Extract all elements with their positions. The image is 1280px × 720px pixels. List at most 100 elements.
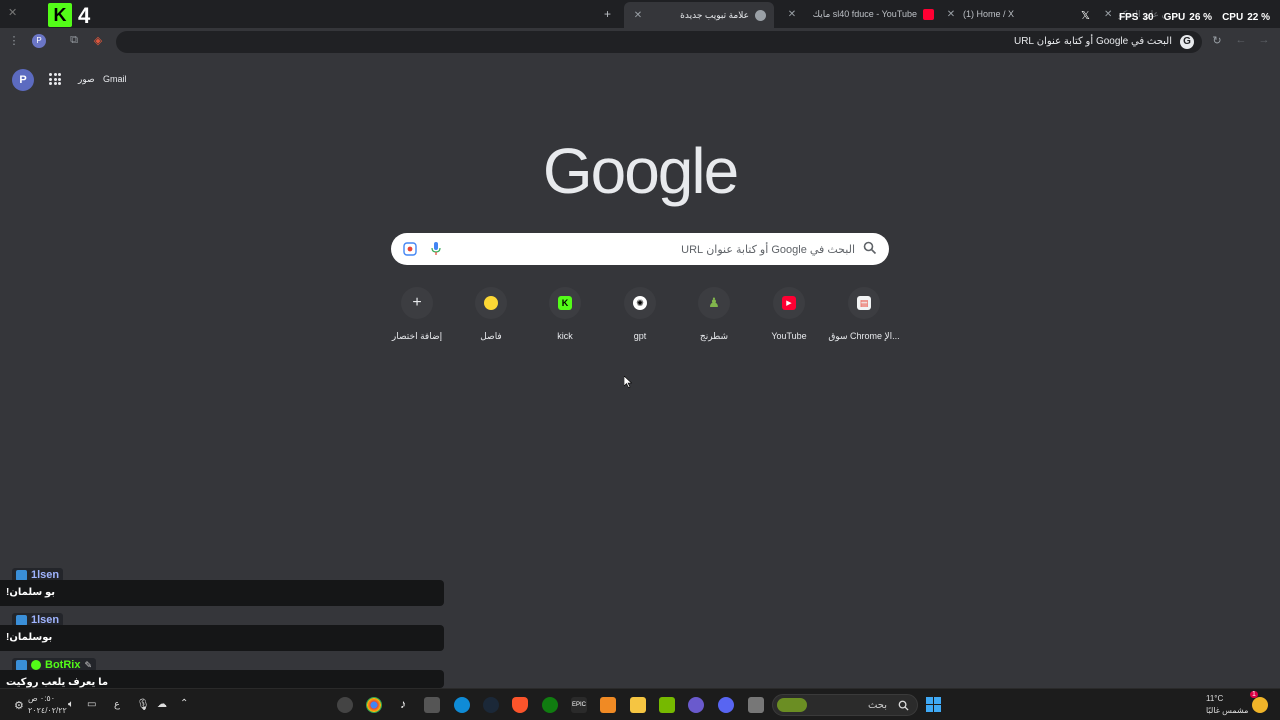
chat-message: بو سلمان! [0, 580, 444, 606]
app-icon[interactable] [600, 697, 616, 713]
network-icon[interactable]: ▭ [87, 699, 96, 710]
chat-badge-icon [16, 659, 27, 671]
store-icon[interactable] [424, 697, 440, 713]
chrome-web-store-icon: ▤ [857, 296, 871, 310]
taskbar-search[interactable]: بحث [772, 694, 918, 716]
kick-icon: K [558, 296, 572, 310]
shortcut-label: شطرنج [699, 331, 729, 341]
close-icon[interactable]: ✕ [8, 6, 17, 19]
chat-message-text: ما يعرف يلعب روكيت [6, 677, 109, 688]
chess-icon: ♟ [708, 295, 720, 310]
edge-icon[interactable] [454, 697, 470, 713]
shortcut-kick[interactable]: K kick [528, 287, 602, 341]
cpu-value: 22 % [1247, 12, 1270, 23]
tab-title: علامة تبويب جديدة [680, 9, 749, 20]
address-placeholder: البحث في Google أو كتابة عنوان URL [1013, 36, 1172, 47]
gmail-link[interactable]: Gmail [103, 74, 127, 84]
close-tab-icon[interactable]: ✕ [786, 9, 798, 20]
brave-shield-icon[interactable]: ◈ [90, 34, 106, 47]
settings-icon[interactable]: ⚙ [14, 699, 24, 712]
weather-temp: 11°C [1206, 694, 1224, 703]
chat-badge-icon [16, 614, 27, 626]
shortcut-label: سوق Chrome الإ... [828, 331, 900, 341]
shortcut-youtube[interactable]: ▶ YouTube [752, 287, 826, 341]
lightbulb-icon [484, 296, 498, 310]
chat-message-text: بو سلمان! [6, 587, 56, 598]
windows-start-icon[interactable] [926, 697, 941, 712]
brave-icon[interactable] [512, 697, 528, 713]
gpu-value: 26 % [1189, 12, 1213, 23]
youtube-icon [923, 8, 934, 20]
extensions-icon[interactable]: ⧉ [66, 34, 82, 47]
shortcut-label: فاصل [480, 331, 502, 341]
reload-icon[interactable]: ↻ [1209, 34, 1225, 47]
app-icon[interactable] [337, 697, 353, 713]
plus-icon: + [412, 294, 422, 311]
chat-message: ما يعرف يلعب روكيت [0, 670, 444, 688]
back-icon[interactable]: → [1256, 34, 1272, 46]
account-avatar[interactable]: P [12, 69, 34, 91]
app-icon[interactable] [748, 697, 764, 713]
chat-message-text: بوسلمان! [6, 632, 53, 643]
apps-grid-icon[interactable] [49, 73, 61, 85]
shortcut-chess[interactable]: ♟ شطرنج [677, 287, 751, 342]
forward-icon[interactable]: ← [1233, 34, 1249, 46]
search-highlight-icon [777, 698, 807, 712]
discord-icon[interactable] [718, 697, 734, 713]
images-link[interactable]: صور [78, 74, 95, 85]
app-icon[interactable] [688, 697, 704, 713]
mic-icon[interactable] [431, 242, 441, 256]
shortcut-add[interactable]: + إضافة اختصار [380, 287, 454, 342]
shortcut-fasel[interactable]: فاصل [454, 287, 528, 342]
profile-avatar[interactable]: P [32, 34, 46, 48]
address-bar[interactable]: البحث في Google أو كتابة عنوان URL G [116, 31, 1202, 53]
menu-dots-icon[interactable]: ⋮ [6, 34, 22, 47]
tab-youtube[interactable]: ✕ مايك sl40 fduce - YouTube [786, 4, 934, 24]
nvidia-icon[interactable] [659, 697, 675, 713]
pencil-icon: ✎ [84, 659, 92, 670]
steam-icon[interactable] [483, 697, 499, 713]
fps-label: FPS [1119, 12, 1139, 23]
mouse-cursor-icon [624, 376, 632, 388]
google-icon: G [1180, 35, 1194, 49]
shortcut-gpt[interactable]: ✺ gpt [603, 287, 677, 341]
clock-time: ٠:٥٠ ص [28, 694, 56, 703]
fps-value: 30 [1142, 12, 1154, 23]
close-tab-icon[interactable]: ✕ [1104, 9, 1112, 20]
tab-new-tab[interactable]: ✕ علامة تبويب جديدة [624, 2, 774, 28]
weather-icon[interactable] [1252, 697, 1268, 713]
chat-badge-icon [16, 569, 27, 581]
language-indicator[interactable]: ع [114, 699, 120, 710]
weather-desc: مشمس غالبًا [1206, 706, 1249, 715]
google-logo: Google [542, 135, 739, 207]
chrome-taskbar-icon[interactable] [366, 697, 382, 713]
search-icon [863, 241, 877, 255]
search-box[interactable]: البحث في Google أو كتابة عنوان URL [391, 233, 889, 265]
file-explorer-icon[interactable] [630, 697, 646, 713]
performance-overlay: FPS 30 GPU 26 % CPU 22 % [1119, 12, 1270, 23]
chatgpt-icon: ✺ [633, 296, 647, 310]
cpu-label: CPU [1222, 12, 1244, 23]
chevron-up-icon[interactable]: ⌃ [180, 698, 188, 709]
volume-icon[interactable]: 🔈︎ [68, 699, 74, 710]
shortcut-label: إضافة اختصار [391, 331, 443, 341]
tab-title: مايك sl40 fduce - YouTube [812, 8, 917, 19]
close-tab-icon[interactable]: ✕ [945, 9, 957, 20]
gpu-label: GPU [1163, 12, 1186, 23]
shortcut-label: YouTube [771, 331, 807, 341]
close-tab-icon[interactable]: ✕ [632, 10, 644, 21]
tab-title: (1) Home / X [963, 9, 1015, 19]
tiktok-icon[interactable]: ♪ [395, 697, 411, 713]
shortcut-web-store[interactable]: ▤ سوق Chrome الإ... [827, 287, 901, 342]
xbox-icon[interactable] [542, 697, 558, 713]
windows-taskbar: ⚙ ٠:٥٠ ص ٢٠٢٤/٠٢/٢٢ 🔈︎ ▭ ع 🎙︎ ☁ ⌃ ♪ EPIC… [0, 688, 1280, 720]
kick-logo: K [48, 3, 72, 27]
mic-icon[interactable]: 🎙︎ [136, 698, 150, 711]
shortcuts-grid: + إضافة اختصار فاصل K kick ✺ gpt ♟ شطرنج… [380, 287, 910, 347]
new-tab-button[interactable]: + [604, 4, 611, 24]
tab-strip: ✕ K 4 + ✕ علامة تبويب جديدة ✕ مايك sl40 … [0, 0, 1280, 28]
epic-games-icon[interactable]: EPIC [571, 697, 587, 713]
tab-x[interactable]: ✕ (1) Home / X 𝕏 [945, 4, 1093, 24]
lens-icon[interactable] [403, 242, 417, 256]
onedrive-icon[interactable]: ☁ [157, 699, 167, 710]
